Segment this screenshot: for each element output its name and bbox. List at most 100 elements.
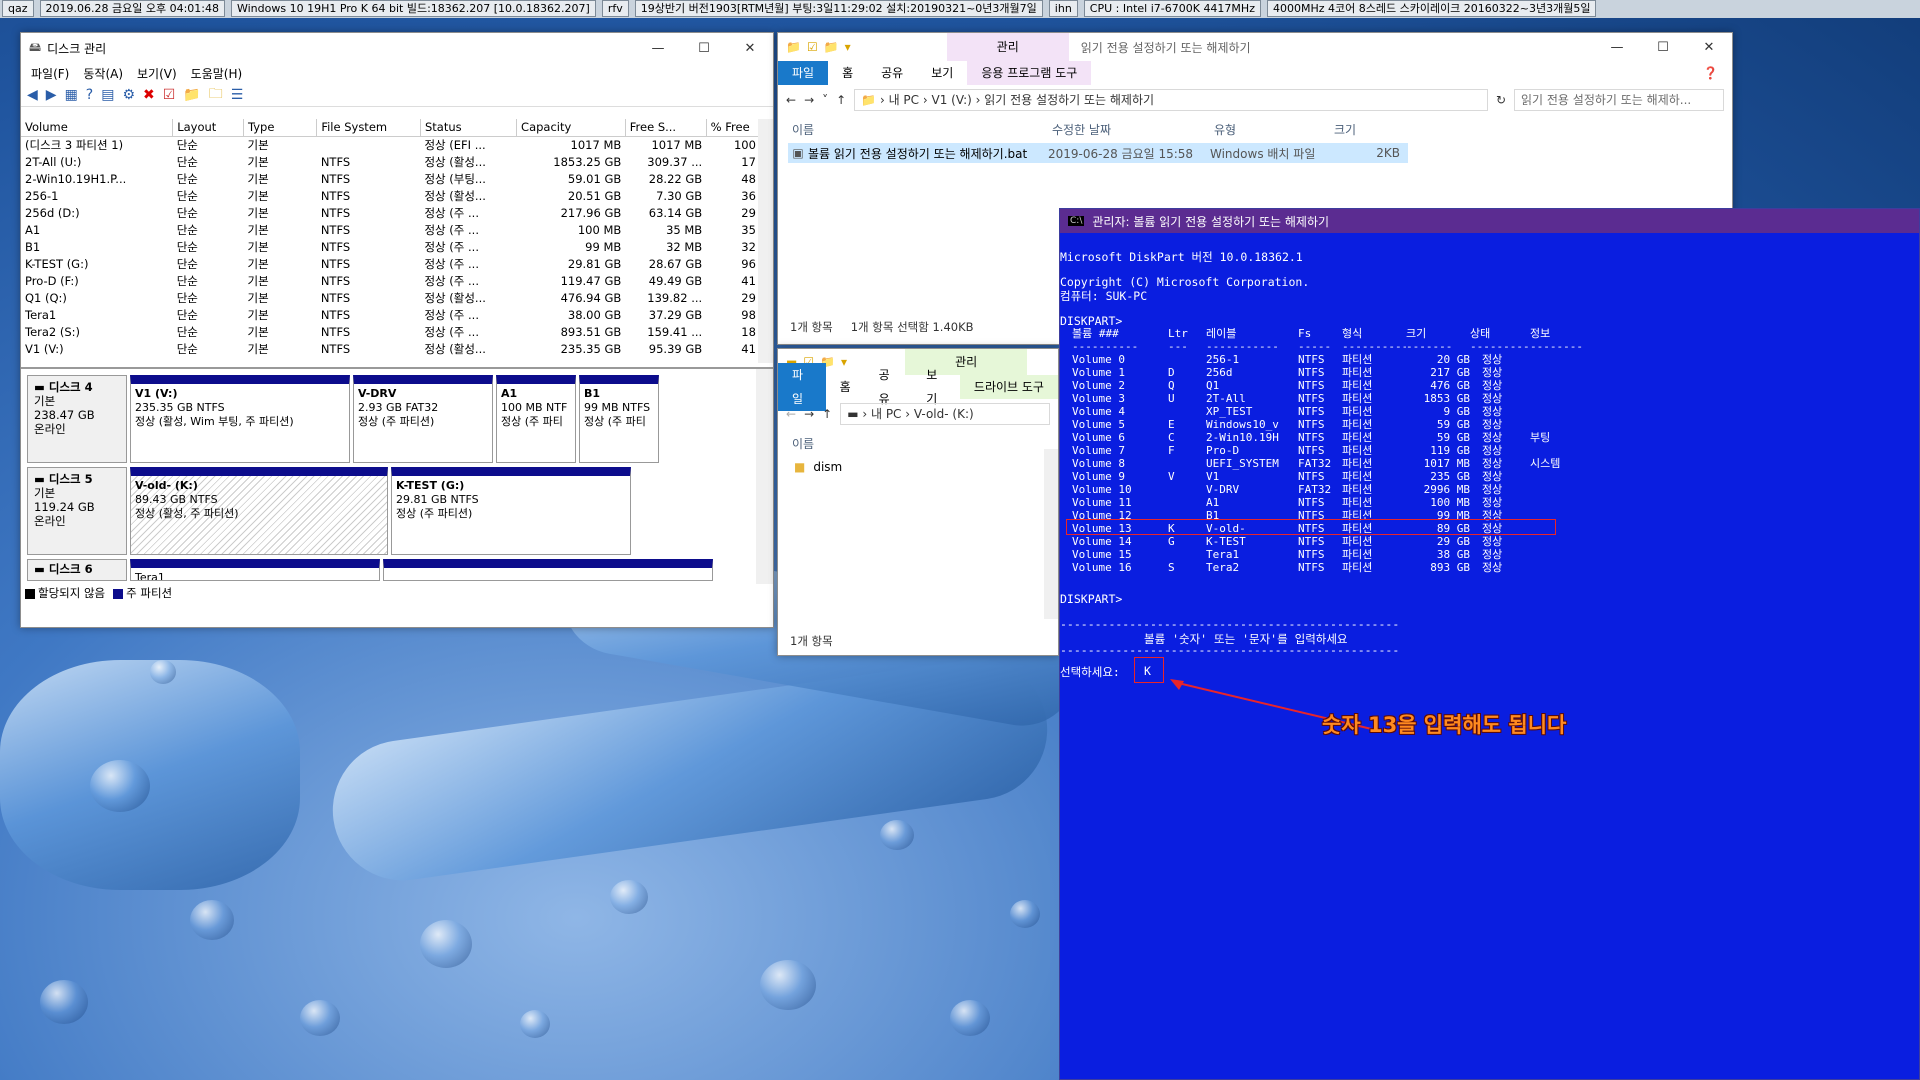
table-row[interactable]: Tera2 (S:) 단순 기본 NTFS 정상 (주 ... 893.51 GB 159.… [21, 323, 773, 340]
minimize-button[interactable]: — [1594, 40, 1640, 55]
forward-icon[interactable]: → [804, 93, 814, 107]
folder-search-icon[interactable]: 🗀 [209, 83, 223, 107]
file-row[interactable]: ▣ 볼륨 읽기 전용 설정하기 또는 해제하기.bat 2019-06-28 금… [788, 143, 1408, 163]
maximize-button[interactable]: ☐ [681, 41, 727, 56]
connect-icon[interactable]: ⚙ [122, 87, 135, 103]
refresh-icon[interactable]: ↻ [1496, 93, 1506, 107]
info-segment: qaz [2, 0, 34, 17]
column-name[interactable]: 이름 [792, 121, 1052, 138]
column-header[interactable]: Status [420, 119, 518, 137]
address-bar[interactable]: ▬ › 내 PC › V-old- (K:) [840, 403, 1050, 425]
column-header[interactable]: Volume [21, 119, 174, 137]
quick-access-icons[interactable]: 📁☑📁▾ [786, 40, 857, 54]
help-icon[interactable]: ❓ [1689, 61, 1732, 85]
back-icon[interactable]: ← [786, 93, 796, 107]
folder-up-icon[interactable]: 📁 [183, 87, 200, 103]
disk-6-info[interactable]: ▬ 디스크 6 [27, 559, 127, 581]
partition-b1[interactable]: B1 99 MB NTFS 정상 (주 파티 [579, 375, 659, 463]
table-row[interactable]: (디스크 3 파티션 1) 단순 기본 정상 (EFI ... 1017 MB 1017 … [21, 136, 773, 153]
vertical-scrollbar[interactable] [1044, 449, 1058, 619]
partition-v1[interactable]: V1 (V:) 235.35 GB NTFS 정상 (활성, Wim 부팅, 주 파… [130, 375, 350, 463]
table-row[interactable]: A1 단순 기본 NTFS 정상 (주 ... 100 MB 35 MB 35 % [21, 221, 773, 238]
address-bar[interactable]: 📁 › 내 PC › V1 (V:) › 읽기 전용 설정하기 또는 해제하기 [854, 89, 1488, 111]
tab-drive-tools[interactable]: 드라이브 도구 [959, 375, 1058, 399]
chevron-down-icon[interactable]: ˅ [822, 93, 828, 107]
table-row[interactable]: 2T-All (U:) 단순 기본 NTFS 정상 (활성... 1853.25 GB 30… [21, 153, 773, 170]
column-header[interactable]: Layout [172, 119, 244, 137]
breadcrumb-drive[interactable]: V-old- (K:) [914, 407, 974, 421]
menu-view[interactable]: 보기(V) [137, 65, 177, 82]
menu-file[interactable]: 파일(F) [31, 65, 69, 82]
info-segment: 4000MHz 4코어 8스레드 스카이레이크 20160322~3년3개월5일 [1266, 0, 1597, 17]
tab-home[interactable]: 홈 [826, 375, 865, 399]
tab-home[interactable]: 홈 [828, 61, 867, 85]
properties-icon[interactable]: ▤ [101, 87, 114, 103]
table-row[interactable]: 256-1 단순 기본 NTFS 정상 (활성... 20.51 GB 7.30 GB 36 … [21, 187, 773, 204]
forward-icon[interactable]: ▶ [46, 87, 57, 103]
disk-4-info[interactable]: ▬ 디스크 4 기본 238.47 GB 온라인 [27, 375, 127, 463]
partition-k-test[interactable]: K-TEST (G:) 29.81 GB NTFS 정상 (주 파티션) [391, 467, 631, 555]
table-row[interactable]: 2-Win10.19H1.P... 단순 기본 NTFS 정상 (부팅... 59.01 … [21, 170, 773, 187]
breadcrumb-drive[interactable]: V1 (V:) [932, 93, 972, 107]
folder-row[interactable]: ■ dism [794, 457, 1058, 477]
tab-view[interactable]: 보기 [917, 61, 967, 85]
partition-v-drv[interactable]: V-DRV 2.93 GB FAT32 정상 (주 파티션) [353, 375, 493, 463]
up-icon[interactable]: ↑ [836, 93, 846, 107]
diskpart-console-window[interactable]: C:\ 관리자: 볼륨 읽기 전용 설정하기 또는 해제하기 Microsoft… [1059, 208, 1920, 1080]
table-row[interactable]: 256d (D:) 단순 기본 NTFS 정상 (주 ... 217.96 GB 63.14… [21, 204, 773, 221]
column-header[interactable]: Free S... [625, 119, 707, 137]
close-button[interactable]: ✕ [727, 41, 773, 56]
close-button[interactable]: ✕ [1686, 40, 1732, 55]
vertical-scrollbar[interactable] [756, 369, 773, 584]
volume-cell: S [1168, 561, 1175, 574]
vertical-scrollbar[interactable] [758, 119, 773, 363]
maximize-button[interactable]: ☐ [1640, 40, 1686, 55]
table-cell: 단순 [176, 205, 198, 220]
breadcrumb-this-pc[interactable]: 내 PC [889, 93, 919, 107]
column-type[interactable]: 유형 [1214, 121, 1334, 138]
column-size[interactable]: 크기 [1334, 121, 1356, 138]
forward-icon[interactable]: → [804, 407, 814, 421]
tab-share[interactable]: 공유 [867, 61, 917, 85]
search-input[interactable]: 읽기 전용 설정하기 또는 해제하... [1514, 89, 1724, 111]
partition-tera1[interactable]: Tera1 [130, 559, 380, 581]
back-icon[interactable]: ◀ [27, 87, 38, 103]
tab-file[interactable]: 파일 [778, 61, 829, 85]
console-tree-icon[interactable]: ▦ [65, 87, 78, 103]
table-row[interactable]: K-TEST (G:) 단순 기본 NTFS 정상 (주 ... 29.81 GB 28.6… [21, 255, 773, 272]
partition-v-old[interactable]: V-old- (K:) 89.43 GB NTFS 정상 (활성, 주 파티션) [130, 467, 388, 555]
partition-a1[interactable]: A1 100 MB NTF 정상 (주 파티 [496, 375, 576, 463]
volume-cell: 파티션 [1342, 405, 1373, 418]
table-row[interactable]: V1 (V:) 단순 기본 NTFS 정상 (활성... 235.35 GB 95.39 G… [21, 340, 773, 357]
menu-action[interactable]: 동작(A) [83, 65, 123, 82]
volume-cell: 100 MB [1430, 496, 1470, 509]
table-row[interactable]: Tera1 단순 기본 NTFS 정상 (주 ... 38.00 GB 37.29 GB 98… [21, 306, 773, 323]
delete-icon[interactable]: ✖ [143, 87, 155, 103]
check-icon[interactable]: ☑ [163, 87, 176, 103]
table-cell: 정상 (주 ... [424, 273, 479, 288]
help-icon[interactable]: ? [86, 87, 93, 103]
partition-tera2[interactable] [383, 559, 713, 581]
table-cell: NTFS [320, 273, 351, 288]
up-icon[interactable]: ↑ [822, 407, 832, 421]
volume-cell [1530, 353, 1590, 366]
column-date[interactable]: 수정한 날짜 [1052, 121, 1214, 138]
column-header[interactable]: Capacity [516, 119, 626, 137]
disk-5-info[interactable]: ▬ 디스크 5 기본 119.24 GB 온라인 [27, 467, 127, 555]
list-icon[interactable]: ☰ [231, 87, 244, 103]
column-name[interactable]: 이름 [792, 435, 814, 452]
minimize-button[interactable]: — [635, 41, 681, 56]
back-icon[interactable]: ← [786, 407, 796, 421]
menu-help[interactable]: 도움말(H) [191, 65, 243, 82]
breadcrumb-this-pc[interactable]: 내 PC [871, 407, 901, 421]
tab-file[interactable]: 파일 [778, 363, 826, 411]
table-row[interactable]: B1 단순 기본 NTFS 정상 (주 ... 99 MB 32 MB 32 % [21, 238, 773, 255]
column-header[interactable]: File System [316, 119, 421, 137]
separator-cell: ------- [1406, 340, 1453, 353]
breadcrumb-folder[interactable]: 읽기 전용 설정하기 또는 해제하기 [984, 93, 1154, 107]
table-row[interactable]: Q1 (Q:) 단순 기본 NTFS 정상 (활성... 476.94 GB 139.82 … [21, 289, 773, 306]
table-row[interactable]: Pro-D (F:) 단순 기본 NTFS 정상 (주 ... 119.47 GB 49.4… [21, 272, 773, 289]
tab-app-tools[interactable]: 응용 프로그램 도구 [967, 61, 1092, 85]
column-header[interactable]: Type [243, 119, 318, 137]
volume-cell: NTFS [1298, 353, 1325, 366]
